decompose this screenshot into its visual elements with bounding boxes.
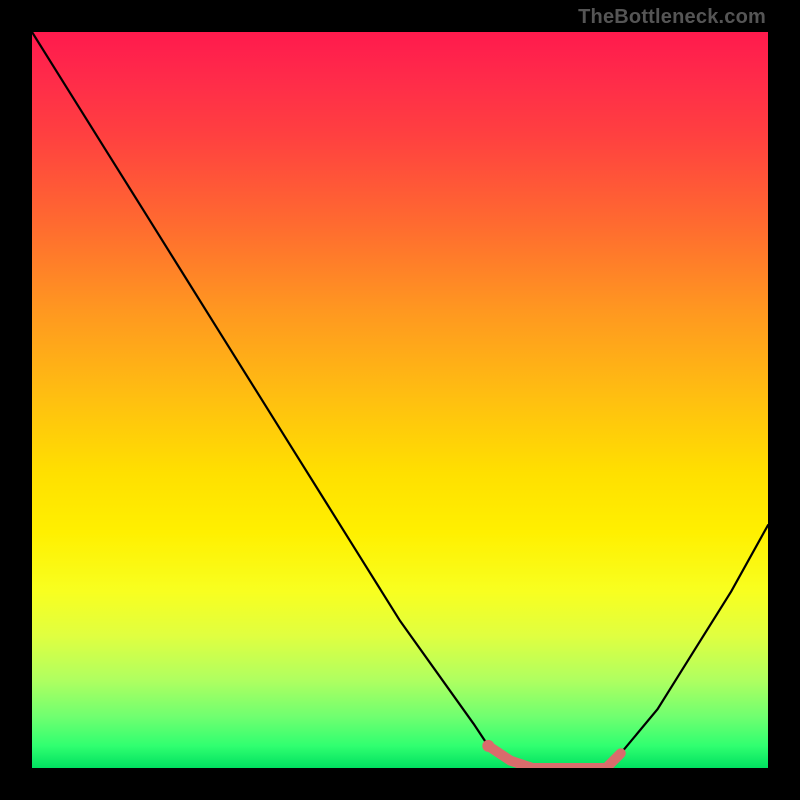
plot-area xyxy=(32,32,768,768)
watermark-text: TheBottleneck.com xyxy=(578,6,766,29)
bottleneck-curve-path xyxy=(32,32,768,768)
chart-frame: TheBottleneck.com xyxy=(0,0,800,800)
curve-svg xyxy=(32,32,768,768)
optimal-range-highlight xyxy=(488,746,621,768)
optimal-range-start-dot xyxy=(482,740,494,752)
